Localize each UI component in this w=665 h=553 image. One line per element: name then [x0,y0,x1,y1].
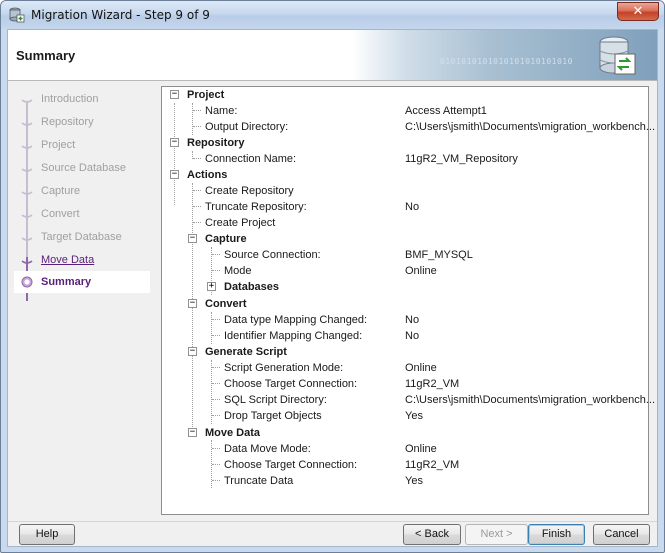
collapse-toggle-icon[interactable]: − [170,138,179,147]
tree-guide [212,319,220,320]
tree-guide [193,206,201,207]
tree-guide [174,103,175,205]
nav-item-source-database[interactable]: Source Database [14,157,150,179]
nav-item-convert[interactable]: Convert [14,203,150,225]
database-migration-icon [9,7,25,23]
header-banner: 0101010101010101010101010 [352,30,657,80]
footer-divider [8,521,657,522]
tree-guide [193,110,201,111]
data-move-mode-value: Online [405,443,437,455]
output-directory-value: C:\Users\jsmith\Documents\migration_work… [405,121,656,133]
nav-item-capture[interactable]: Capture [14,180,150,202]
tree-guide [193,222,201,223]
database-sync-icon [599,36,636,75]
move-target-connection-value: 11gR2_VM [405,459,460,471]
collapse-toggle-icon[interactable]: − [188,299,197,308]
nav-item-introduction[interactable]: Introduction [14,88,150,110]
tree-guide [212,335,220,336]
title-bar: Migration Wizard - Step 9 of 9 ✕ [1,1,664,29]
script-target-connection-value: 11gR2_VM [405,378,460,390]
tree-guide [212,399,220,400]
truncate-repository-value: No [405,201,420,213]
tree-guide [192,183,193,433]
current-step-icon [21,276,33,288]
wizard-header: Summary 0101010101010101010101010 [8,30,657,81]
nav-item-summary[interactable]: Summary [14,271,150,293]
expand-toggle-icon[interactable]: + [207,282,216,291]
tree-guide [212,480,220,481]
window-title: Migration Wizard - Step 9 of 9 [31,8,210,22]
nav-item-target-database[interactable]: Target Database [14,226,150,248]
banner-binary-text: 0101010101010101010101010 [440,57,573,66]
help-button[interactable]: Help [19,524,75,545]
finish-button[interactable]: Finish [528,524,585,545]
tree-guide [212,448,220,449]
tree-guide [193,126,201,127]
cancel-button[interactable]: Cancel [593,524,650,545]
capture-mode-value: Online [405,265,437,277]
next-button[interactable]: Next > [465,524,528,545]
drop-target-objects-value: Yes [405,410,423,422]
datatype-mapping-value: No [405,314,420,326]
close-button[interactable]: ✕ [617,2,659,21]
nav-item-repository[interactable]: Repository [14,111,150,133]
wizard-steps-nav: Introduction Repository Project Source D… [14,86,150,516]
summary-tree: − Project Name: Access Attempt1 Output D… [161,86,655,515]
collapse-toggle-icon[interactable]: − [188,347,197,356]
back-button[interactable]: < Back [403,524,461,545]
tree-guide [211,312,212,344]
truncate-data-value: Yes [405,475,423,487]
identifier-mapping-value: No [405,330,420,342]
nav-item-move-data[interactable]: Move Data [14,249,150,271]
script-generation-mode-value: Online [405,362,437,374]
collapse-toggle-icon[interactable]: − [170,170,179,179]
connection-name-value: 11gR2_VM_Repository [405,153,518,165]
collapse-toggle-icon[interactable]: − [170,90,179,99]
nav-item-project[interactable]: Project [14,134,150,156]
tree-guide [193,158,201,159]
project-name-value: Access Attempt1 [405,105,487,117]
tree-guide [212,415,220,416]
tree-guide [212,464,220,465]
tree-guide [212,383,220,384]
wizard-frame: Summary 0101010101010101010101010 Introd… [7,29,658,547]
tree-guide [212,367,220,368]
tree-guide [212,270,220,271]
tree-guide [212,254,220,255]
collapse-toggle-icon[interactable]: − [188,234,197,243]
tree-guide [193,190,201,191]
source-connection-value: BMF_MYSQL [405,249,473,261]
page-title: Summary [16,48,76,63]
tree-guide [192,103,193,135]
collapse-toggle-icon[interactable]: − [188,428,197,437]
close-icon: ✕ [632,4,644,19]
sql-script-directory-value: C:\Users\jsmith\Documents\migration_work… [405,394,656,406]
migration-wizard-window: Migration Wizard - Step 9 of 9 ✕ Summary… [0,0,665,553]
